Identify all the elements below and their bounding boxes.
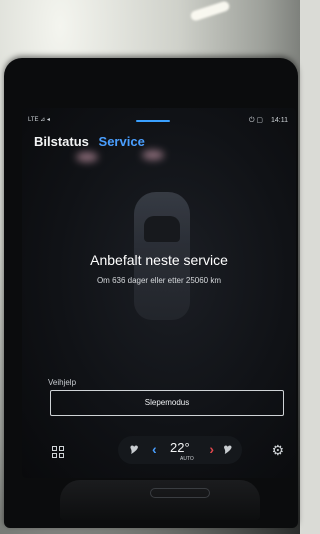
app-grid-icon[interactable]	[52, 446, 64, 458]
tow-mode-button[interactable]: Slepemodus	[50, 390, 284, 416]
service-subtitle: Om 636 dager eller etter 25060 km	[96, 276, 222, 285]
right-seat-heat-icon[interactable]: 🎔	[224, 443, 232, 458]
dashboard-trim	[60, 480, 260, 520]
status-bar: LTE ⊿ ◂ ⏻ ▢ 14:11	[28, 116, 288, 128]
temp-down-arrow[interactable]: ‹	[152, 441, 157, 457]
glare-reflection	[142, 150, 164, 160]
tab-bilstatus[interactable]: Bilstatus	[34, 134, 89, 149]
temp-up-arrow[interactable]: ›	[209, 441, 214, 457]
status-icons: ⏻ ▢	[248, 117, 264, 124]
top-pull-indicator[interactable]	[136, 120, 170, 122]
settings-gear-icon[interactable]: ⚙	[271, 442, 284, 459]
temperature-value[interactable]: 22°	[170, 440, 190, 455]
status-right: ⏻ ▢ 14:11	[249, 116, 288, 125]
roadside-label: Veihjelp	[48, 378, 77, 387]
tab-service[interactable]: Service	[99, 134, 145, 149]
tab-bar: Bilstatus Service	[34, 134, 151, 149]
service-title: Anbefalt neste service	[90, 252, 228, 268]
climate-bar: 🎔 ‹ 22° AUTO › 🎔 ⚙	[22, 430, 296, 474]
infotainment-screen: LTE ⊿ ◂ ⏻ ▢ 14:11 Bilstatus Service Anbe…	[22, 108, 296, 478]
signal-indicator: LTE ⊿ ◂	[28, 117, 50, 123]
left-seat-heat-icon[interactable]: 🎔	[130, 443, 138, 458]
fan-mode-label: AUTO	[180, 456, 194, 462]
clock: 14:11	[271, 117, 288, 124]
dashboard-slot	[150, 488, 210, 498]
glare-reflection	[76, 152, 98, 162]
climate-control[interactable]: 🎔 ‹ 22° AUTO › 🎔	[118, 436, 242, 464]
